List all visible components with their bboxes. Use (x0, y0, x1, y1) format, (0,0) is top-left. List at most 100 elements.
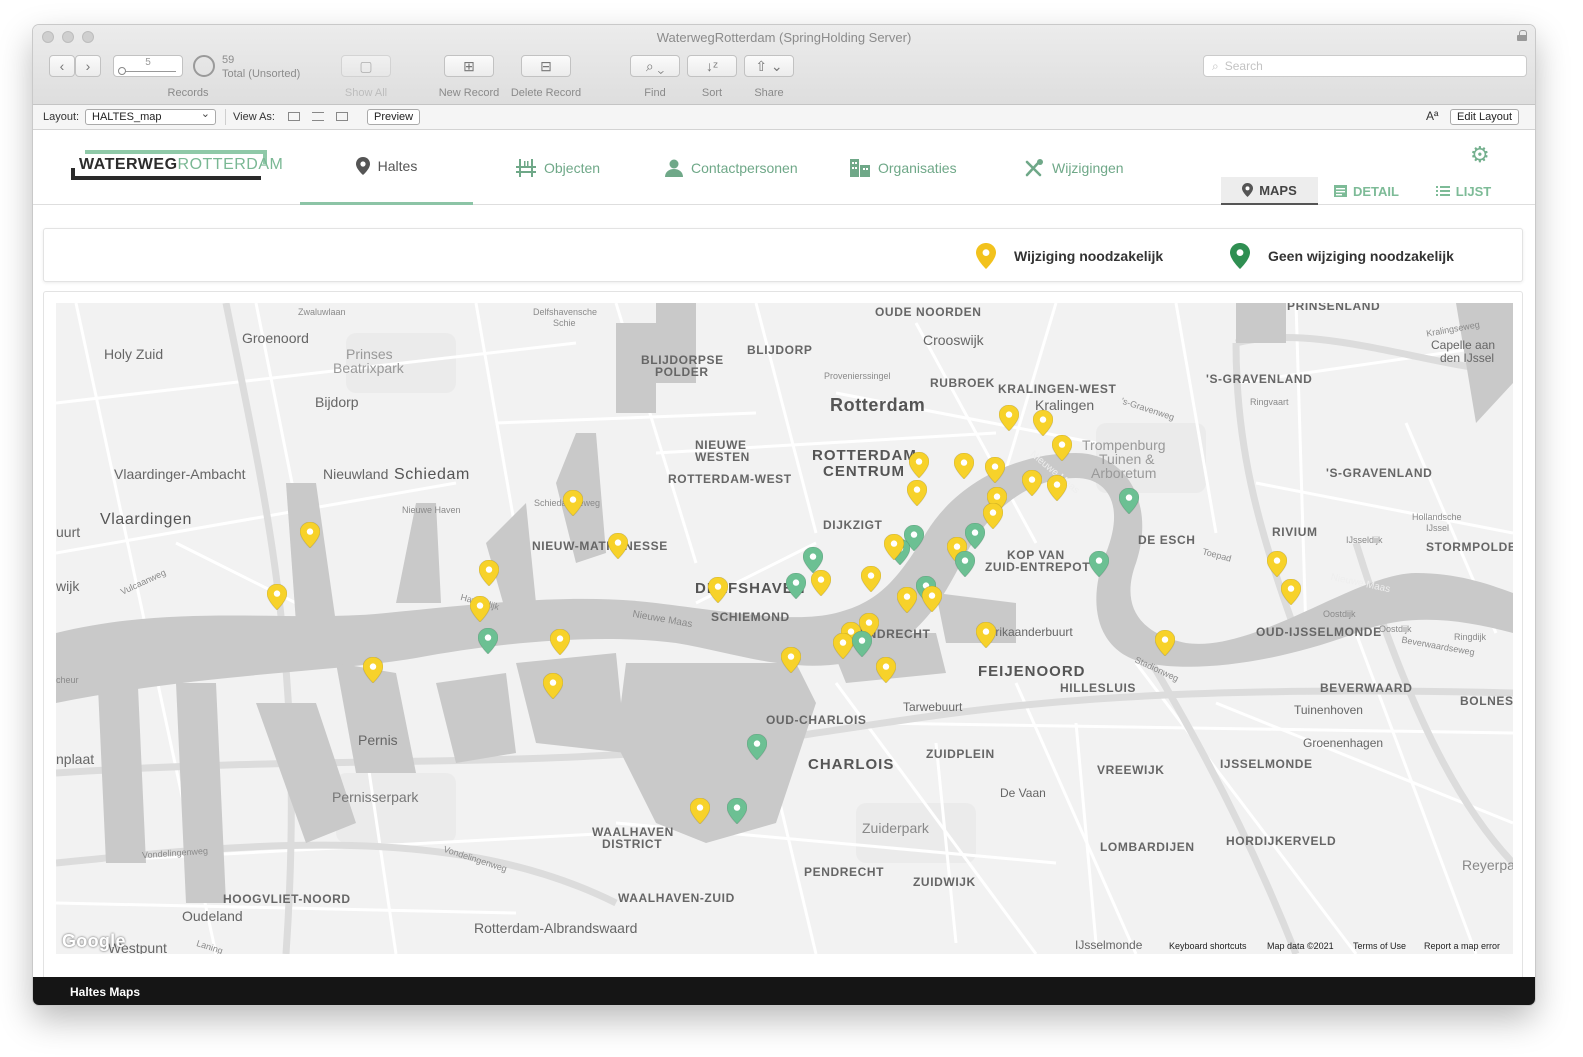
yellow-marker[interactable] (1033, 410, 1053, 436)
green-marker[interactable] (955, 551, 975, 577)
yellow-marker[interactable] (985, 457, 1005, 483)
yellow-marker[interactable] (300, 522, 320, 548)
yellow-marker[interactable] (470, 596, 490, 622)
green-marker[interactable] (478, 628, 498, 654)
place-label: LOMBARDIJEN (1100, 840, 1195, 854)
nav-tab-haltes[interactable]: Haltes (300, 130, 473, 205)
green-marker[interactable] (747, 734, 767, 760)
green-marker[interactable] (1119, 488, 1139, 514)
yellow-marker[interactable] (983, 503, 1003, 529)
place-label: ROTTERDAM (812, 447, 917, 464)
keyboard-shortcuts-link[interactable]: Keyboard shortcuts (1169, 941, 1247, 951)
building-icon (850, 158, 870, 177)
map-legend: Wijziging noodzakelijk Geen wijziging no… (43, 228, 1523, 282)
layout-bar: Layout: HALTES_map View As: Preview Aª E… (33, 105, 1535, 130)
yellow-marker[interactable] (954, 453, 974, 479)
delete-record-button[interactable]: ⊟ (521, 55, 571, 77)
green-marker[interactable] (786, 573, 806, 599)
legend-item-green: Geen wijziging noodzakelijk (1230, 243, 1454, 269)
place-label: uurt (56, 524, 81, 540)
sort-button[interactable]: ↓ᶻ (687, 55, 737, 77)
preview-button[interactable]: Preview (367, 109, 421, 125)
share-icon: ⇧ ⌄ (755, 57, 783, 74)
table-view-icon[interactable] (336, 112, 348, 121)
title-bar: WaterwegRotterdam (SpringHolding Server)… (33, 25, 1535, 105)
yellow-marker[interactable] (1052, 435, 1072, 461)
slider-handle[interactable] (118, 67, 126, 75)
view-tab-maps[interactable]: MAPS (1221, 177, 1318, 205)
nav-tab-objecten[interactable]: Objecten (516, 130, 600, 205)
list-icon (1435, 186, 1450, 196)
yellow-marker[interactable] (608, 533, 628, 559)
place-label: BEVERWAARD (1320, 681, 1413, 695)
google-map[interactable]: Groenoord Holy Zuid Prinses Beatrixpark … (56, 303, 1513, 954)
list-view-icon[interactable] (312, 112, 324, 121)
yellow-marker[interactable] (479, 560, 499, 586)
layout-select[interactable]: HALTES_map (85, 107, 216, 125)
view-tab-lijst[interactable]: LIJST (1415, 177, 1512, 205)
next-record-button[interactable]: › (75, 55, 101, 77)
green-marker[interactable] (852, 631, 872, 657)
bridge-icon (516, 158, 536, 177)
waterweg-logo[interactable]: WATERWEGROTTERDAM (71, 150, 283, 190)
green-marker[interactable] (727, 798, 747, 824)
yellow-marker[interactable] (876, 657, 896, 683)
google-logo[interactable]: Google (62, 931, 126, 952)
yellow-marker[interactable] (861, 566, 881, 592)
report-error-link[interactable]: Report a map error (1424, 941, 1500, 951)
yellow-marker[interactable] (811, 570, 831, 596)
place-label: Tuinenhoven (1294, 703, 1363, 717)
yellow-marker[interactable] (999, 405, 1019, 431)
yellow-marker[interactable] (922, 586, 942, 612)
record-number[interactable]: 5 (114, 57, 182, 68)
show-all-button[interactable]: ▢ (341, 55, 391, 77)
find-button[interactable]: ⌕ ⌄ (630, 55, 680, 77)
view-tab-label: LIJST (1455, 183, 1492, 199)
app-header: WATERWEGROTTERDAM Haltes Objecten Contac… (33, 130, 1535, 205)
place-label: OUD-CHARLOIS (766, 713, 867, 727)
yellow-marker[interactable] (543, 673, 563, 699)
view-tab-detail[interactable]: DETAIL (1318, 177, 1415, 205)
yellow-marker[interactable] (1155, 630, 1175, 656)
yellow-marker[interactable] (897, 587, 917, 613)
yellow-marker[interactable] (363, 657, 383, 683)
yellow-marker[interactable] (550, 629, 570, 655)
previous-record-button[interactable]: ‹ (49, 55, 75, 77)
form-view-icon[interactable] (288, 112, 300, 121)
terms-link[interactable]: Terms of Use (1353, 941, 1406, 951)
share-button[interactable]: ⇧ ⌄ (744, 55, 794, 77)
yellow-marker[interactable] (833, 633, 853, 659)
yellow-marker[interactable] (1267, 551, 1287, 577)
yellow-marker[interactable] (884, 534, 904, 560)
yellow-marker[interactable] (1047, 475, 1067, 501)
place-label: cheur (56, 675, 79, 685)
place-label: CHARLOIS (808, 756, 895, 773)
place-label: OUDE NOORDEN (875, 305, 982, 319)
search-input[interactable]: ⌕ Search (1203, 55, 1527, 77)
yellow-marker[interactable] (708, 577, 728, 603)
yellow-marker[interactable] (976, 622, 996, 648)
window-title: WaterwegRotterdam (SpringHolding Server) (656, 30, 912, 45)
new-record-button[interactable]: ⊞ (444, 55, 494, 77)
edit-layout-button[interactable]: Edit Layout (1450, 109, 1520, 125)
record-slider[interactable]: 5 (113, 55, 183, 77)
nav-tab-organisaties[interactable]: Organisaties (850, 130, 957, 205)
yellow-marker[interactable] (690, 798, 710, 824)
font-size-icon[interactable]: Aª (1426, 109, 1438, 123)
green-marker[interactable] (965, 523, 985, 549)
green-marker[interactable] (1089, 551, 1109, 577)
nav-tab-wijzigingen[interactable]: Wijzigingen (1024, 130, 1124, 205)
nav-tab-contactpersonen[interactable]: Contactpersonen (665, 130, 798, 205)
yellow-marker[interactable] (267, 584, 287, 610)
place-label: ZUIDPLEIN (926, 747, 995, 761)
yellow-marker[interactable] (907, 480, 927, 506)
nav-tab-label: Haltes (377, 158, 418, 174)
gear-icon[interactable]: ⚙ (1470, 142, 1490, 168)
yellow-marker[interactable] (1022, 470, 1042, 496)
yellow-marker[interactable] (781, 647, 801, 673)
yellow-marker[interactable] (909, 452, 929, 478)
sort-label: Sort (701, 87, 723, 99)
yellow-marker[interactable] (563, 490, 583, 516)
yellow-marker[interactable] (1281, 579, 1301, 605)
place-label: ZUIDWIJK (913, 875, 976, 889)
